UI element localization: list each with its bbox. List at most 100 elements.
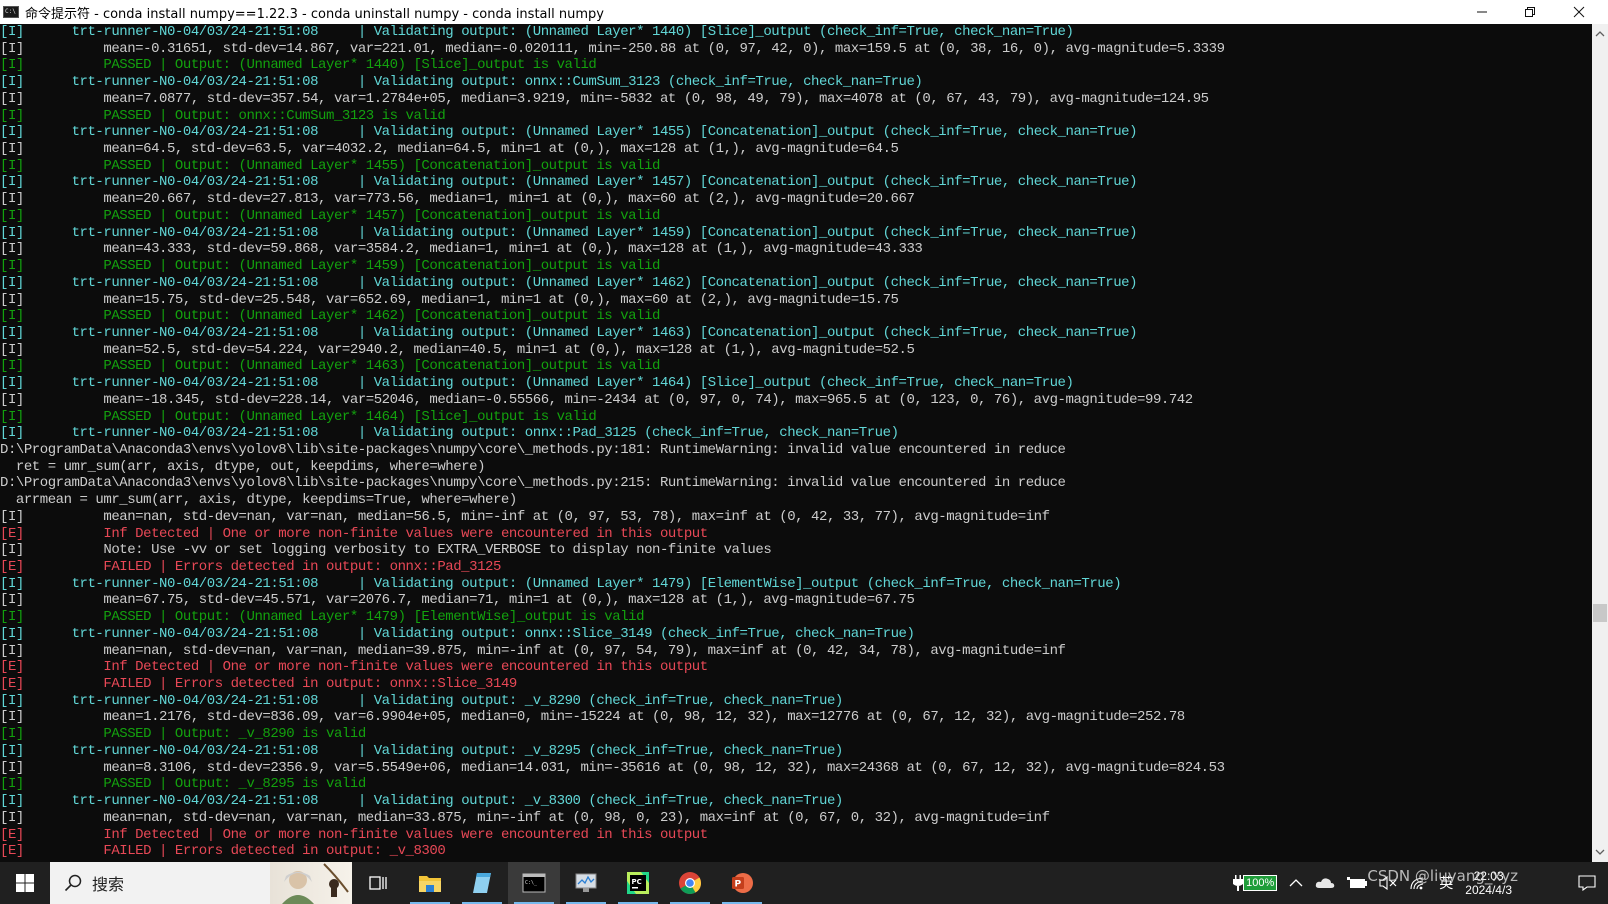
clock-button[interactable]: 22:03 2024/4/3 CSDN @liuyang_xyz — [1367, 867, 1518, 897]
close-button[interactable] — [1555, 0, 1603, 24]
windows-logo-icon — [16, 874, 34, 892]
show-hidden-icons-button[interactable] — [1289, 878, 1303, 888]
restore-button[interactable] — [1506, 0, 1554, 24]
console-line-text: mean=43.333, std-dev=59.868, var=3584.2,… — [103, 241, 923, 258]
taskbar-task-view[interactable] — [352, 862, 404, 904]
console-line: [I] PASSED | Output: (Unnamed Layer* 145… — [0, 158, 1592, 175]
console-line-text: D:\ProgramData\Anaconda3\envs\yolov8\lib… — [0, 475, 1066, 492]
log-level-tag: [I] — [0, 324, 24, 341]
console-line-text: mean=20.667, std-dev=27.813, var=773.56,… — [103, 191, 915, 208]
search-placeholder: 搜索 — [92, 875, 125, 894]
console-line-text: PASSED | Output: (Unnamed Layer* 1459) [… — [103, 258, 660, 275]
console-line-text: PASSED | Output: (Unnamed Layer* 1440) [… — [103, 57, 597, 74]
console-line: [I] mean=1.2176, std-dev=836.09, var=6.9… — [0, 709, 1592, 726]
taskbar-command-prompt[interactable]: C:\_ — [508, 862, 560, 904]
console-line: [I] mean=64.5, std-dev=63.5, var=4032.2,… — [0, 141, 1592, 158]
console-line-text: PASSED | Output: (Unnamed Layer* 1479) [… — [103, 609, 645, 626]
window-titlebar[interactable]: C:\ 命令提示符 - conda install numpy==1.22.3 … — [0, 0, 1608, 24]
console-line: [I] trt-runner-N0-04/03/24-21:51:08 | Va… — [0, 275, 1592, 292]
console-line: [E] FAILED | Errors detected in output: … — [0, 676, 1592, 693]
log-level-tag: [I] — [0, 809, 24, 826]
console-line-text: mean=67.75, std-dev=45.571, var=2076.7, … — [103, 592, 915, 609]
scroll-down-button[interactable] — [1592, 844, 1608, 860]
log-level-tag: [I] — [0, 692, 24, 709]
start-button[interactable] — [0, 862, 50, 904]
console-line-text: trt-runner-N0-04/03/24-21:51:08 | Valida… — [71, 625, 915, 642]
log-level-tag: [I] — [0, 124, 24, 141]
taskbar-powerpoint[interactable]: P — [716, 862, 768, 904]
onedrive-button[interactable] — [1315, 877, 1335, 889]
console-line-text: PASSED | Output: (Unnamed Layer* 1455) [… — [103, 157, 660, 174]
minimize-button[interactable] — [1458, 0, 1506, 24]
console-line-text: trt-runner-N0-04/03/24-21:51:08 | Valida… — [71, 793, 844, 810]
console-line-text: trt-runner-N0-04/03/24-21:51:08 | Valida… — [71, 224, 1138, 241]
console-line-text: mean=nan, std-dev=nan, var=nan, median=5… — [103, 508, 1050, 525]
console-line-text: mean=8.3106, std-dev=2356.9, var=5.5549e… — [103, 759, 1225, 776]
console-line: [I] PASSED | Output: (Unnamed Layer* 146… — [0, 358, 1592, 375]
console-line: [I] PASSED | Output: (Unnamed Layer* 146… — [0, 308, 1592, 325]
console-line: [I] trt-runner-N0-04/03/24-21:51:08 | Va… — [0, 626, 1592, 643]
console-line-text: Inf Detected | One or more non-finite va… — [103, 525, 708, 542]
console-line-text: trt-runner-N0-04/03/24-21:51:08 | Valida… — [71, 324, 1138, 341]
power-status[interactable]: 100% — [1233, 875, 1278, 891]
console-line: [I] trt-runner-N0-04/03/24-21:51:08 | Va… — [0, 24, 1592, 41]
cmd-icon: C:\ — [3, 6, 19, 18]
log-level-tag: [I] — [0, 508, 24, 525]
taskbar-chrome[interactable] — [664, 862, 716, 904]
console-line-text: PASSED | Output: (Unnamed Layer* 1463) [… — [103, 358, 660, 375]
log-level-tag: [E] — [0, 525, 24, 542]
console-line: [I] mean=43.333, std-dev=59.868, var=358… — [0, 241, 1592, 258]
console-line: [I] PASSED | Output: (Unnamed Layer* 145… — [0, 208, 1592, 225]
scroll-up-button[interactable] — [1592, 26, 1608, 42]
console-line: [E] Inf Detected | One or more non-finit… — [0, 526, 1592, 543]
log-level-tag: [I] — [0, 408, 24, 425]
console-line: [I] PASSED | Output: (Unnamed Layer* 145… — [0, 258, 1592, 275]
console-line: [I] mean=nan, std-dev=nan, var=nan, medi… — [0, 643, 1592, 660]
chevron-down-icon — [1595, 849, 1605, 855]
log-level-tag: [I] — [0, 742, 24, 759]
taskbar-resource-monitor[interactable] — [560, 862, 612, 904]
console-line-text: trt-runner-N0-04/03/24-21:51:08 | Valida… — [71, 174, 1138, 191]
console-output[interactable]: [I] trt-runner-N0-04/03/24-21:51:08 | Va… — [0, 24, 1592, 862]
watermark-text: CSDN @liuyang_xyz — [1367, 867, 1518, 885]
pycharm-icon: PC — [627, 872, 649, 894]
console-line: [I] trt-runner-N0-04/03/24-21:51:08 | Va… — [0, 425, 1592, 442]
log-level-tag: [I] — [0, 224, 24, 241]
console-line: [I] mean=nan, std-dev=nan, var=nan, medi… — [0, 810, 1592, 827]
log-level-tag: [I] — [0, 207, 24, 224]
battery-tray-button[interactable] — [1347, 877, 1368, 889]
taskbar-file-explorer[interactable] — [404, 862, 456, 904]
notifications-button[interactable] — [1578, 875, 1596, 891]
terminal-icon: C:\_ — [522, 873, 546, 893]
log-level-tag: [E] — [0, 826, 24, 843]
scroll-thumb[interactable] — [1593, 604, 1607, 622]
taskbar-search-box[interactable]: 搜索 — [50, 862, 352, 904]
taskbar-pycharm[interactable]: PC — [612, 862, 664, 904]
log-level-tag: [I] — [0, 57, 24, 74]
console-line: [I] trt-runner-N0-04/03/24-21:51:08 | Va… — [0, 74, 1592, 91]
taskbar-notepad[interactable] — [456, 862, 508, 904]
log-level-tag: [I] — [0, 575, 24, 592]
console-line: [I] mean=52.5, std-dev=54.224, var=2940.… — [0, 342, 1592, 359]
vertical-scrollbar[interactable] — [1592, 24, 1608, 862]
console-line: [I] PASSED | Output: _v_8295 is valid — [0, 776, 1592, 793]
log-level-tag: [I] — [0, 759, 24, 776]
console-line-text: trt-runner-N0-04/03/24-21:51:08 | Valida… — [71, 124, 1138, 141]
console-line-text: mean=64.5, std-dev=63.5, var=4032.2, med… — [103, 141, 899, 158]
log-level-tag: [I] — [0, 258, 24, 275]
console-line-text: PASSED | Output: onnx::CumSum_3123 is va… — [103, 107, 446, 124]
task-view-icon — [369, 876, 387, 890]
